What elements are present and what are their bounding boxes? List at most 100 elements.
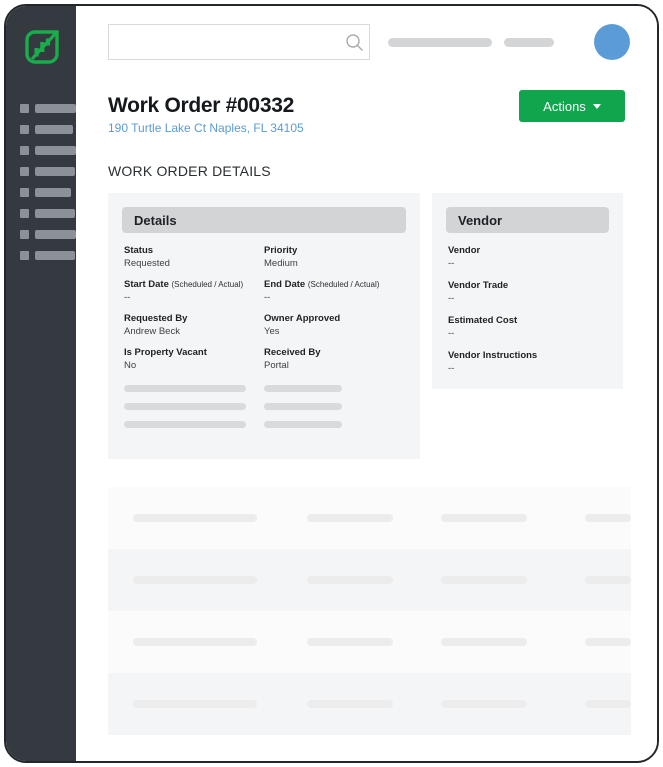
field-estimated-cost-label: Estimated Cost [448,315,607,326]
table-cell-placeholder [133,638,257,646]
app-logo[interactable] [19,24,65,70]
field-priority-label: Priority [264,245,404,256]
field-received-by: Received By Portal [264,347,404,371]
details-skeleton-row [124,403,404,410]
sidebar-item-5-label [35,188,71,197]
details-card-header: Details [122,207,406,233]
field-vendor-instructions-value: -- [448,363,607,374]
field-received-by-label: Received By [264,347,404,358]
table-row[interactable] [108,611,631,673]
topbar-placeholder-2[interactable] [504,38,554,47]
table-cell-placeholder [441,700,527,708]
table-cell-placeholder [307,700,393,708]
skeleton-bar [124,385,246,392]
skeleton-bar [124,421,246,428]
field-received-by-value: Portal [264,360,404,371]
field-start-date-label: Start Date (Scheduled / Actual) [124,279,264,290]
table-row[interactable] [108,549,631,611]
section-title: WORK ORDER DETAILS [108,163,657,179]
sidebar-item-3-label [35,146,76,155]
actions-button[interactable]: Actions [519,90,625,122]
field-status: Status Requested [124,245,264,269]
field-owner-approved-value: Yes [264,326,404,337]
field-end-date-sublabel: (Scheduled / Actual) [308,280,380,289]
search-input[interactable] [109,25,339,59]
sidebar-item-2-icon [20,125,29,134]
table-cell-placeholder [585,514,631,522]
sidebar-item-7-icon [20,230,29,239]
field-start-date-sublabel: (Scheduled / Actual) [172,280,244,289]
table-cell-placeholder [585,700,631,708]
table-cell-placeholder [441,576,527,584]
field-vendor-trade-value: -- [448,293,607,304]
sidebar-item-8[interactable] [6,245,76,266]
field-vendor-value: -- [448,258,607,269]
field-requested-by-label: Requested By [124,313,264,324]
table-cell-placeholder [441,514,527,522]
sidebar [6,6,76,761]
sidebar-item-1-label [35,104,76,113]
sidebar-nav [6,98,76,266]
sidebar-item-4[interactable] [6,161,76,182]
actions-button-label: Actions [543,99,586,114]
details-skeleton-group [122,385,406,428]
sidebar-item-8-icon [20,251,29,260]
field-status-value: Requested [124,258,264,269]
topbar-placeholder-1[interactable] [388,38,492,47]
vendor-card-header: Vendor [446,207,609,233]
table-row[interactable] [108,487,631,549]
top-bar [76,6,657,78]
page-header: Work Order #00332 190 Turtle Lake Ct Nap… [76,78,657,135]
field-start-date: Start Date (Scheduled / Actual) -- [124,279,264,303]
sidebar-item-8-label [35,251,75,260]
field-priority: Priority Medium [264,245,404,269]
field-start-date-value: -- [124,292,264,303]
sidebar-item-4-label [35,167,75,176]
field-start-date-label-text: Start Date [124,279,169,290]
sidebar-item-1[interactable] [6,98,76,119]
table-cell-placeholder [585,576,631,584]
search-box[interactable] [108,24,370,60]
skeleton-bar [264,403,342,410]
field-vendor-trade-label: Vendor Trade [448,280,607,291]
property-address-link[interactable]: 190 Turtle Lake Ct Naples, FL 34105 [108,121,625,135]
details-field-row: Is Property Vacant No Received By Portal [124,347,404,371]
search-icon[interactable] [339,33,369,52]
sidebar-item-6[interactable] [6,203,76,224]
sidebar-item-5-icon [20,188,29,197]
field-vendor-trade: Vendor Trade -- [448,280,607,304]
field-vendor-label: Vendor [448,245,607,256]
details-card: Details Status Requested Priority Medium [108,193,420,459]
chevron-down-icon [593,104,601,109]
sidebar-item-3-icon [20,146,29,155]
main-content: Work Order #00332 190 Turtle Lake Ct Nap… [76,6,657,761]
avatar[interactable] [594,24,630,60]
sidebar-item-6-label [35,209,75,218]
table-cell-placeholder [307,638,393,646]
field-status-label: Status [124,245,264,256]
field-vendor-instructions: Vendor Instructions -- [448,350,607,374]
field-end-date-value: -- [264,292,404,303]
field-estimated-cost: Estimated Cost -- [448,315,607,339]
field-is-property-vacant-value: No [124,360,264,371]
field-end-date-label: End Date (Scheduled / Actual) [264,279,404,290]
table-cell-placeholder [585,638,631,646]
vendor-card: Vendor Vendor -- Vendor Trade -- Estimat… [432,193,623,389]
sidebar-item-3[interactable] [6,140,76,161]
skeleton-bar [124,403,246,410]
sidebar-item-4-icon [20,167,29,176]
table-cell-placeholder [441,638,527,646]
field-is-property-vacant: Is Property Vacant No [124,347,264,371]
sidebar-item-2-label [35,125,73,134]
skeleton-bar [264,421,342,428]
field-requested-by-value: Andrew Beck [124,326,264,337]
sidebar-item-2[interactable] [6,119,76,140]
sidebar-item-6-icon [20,209,29,218]
details-field-row: Requested By Andrew Beck Owner Approved … [124,313,404,337]
sidebar-item-7[interactable] [6,224,76,245]
field-end-date: End Date (Scheduled / Actual) -- [264,279,404,303]
sidebar-item-5[interactable] [6,182,76,203]
table-row[interactable] [108,673,631,735]
skeleton-table [108,487,631,735]
field-is-property-vacant-label: Is Property Vacant [124,347,264,358]
